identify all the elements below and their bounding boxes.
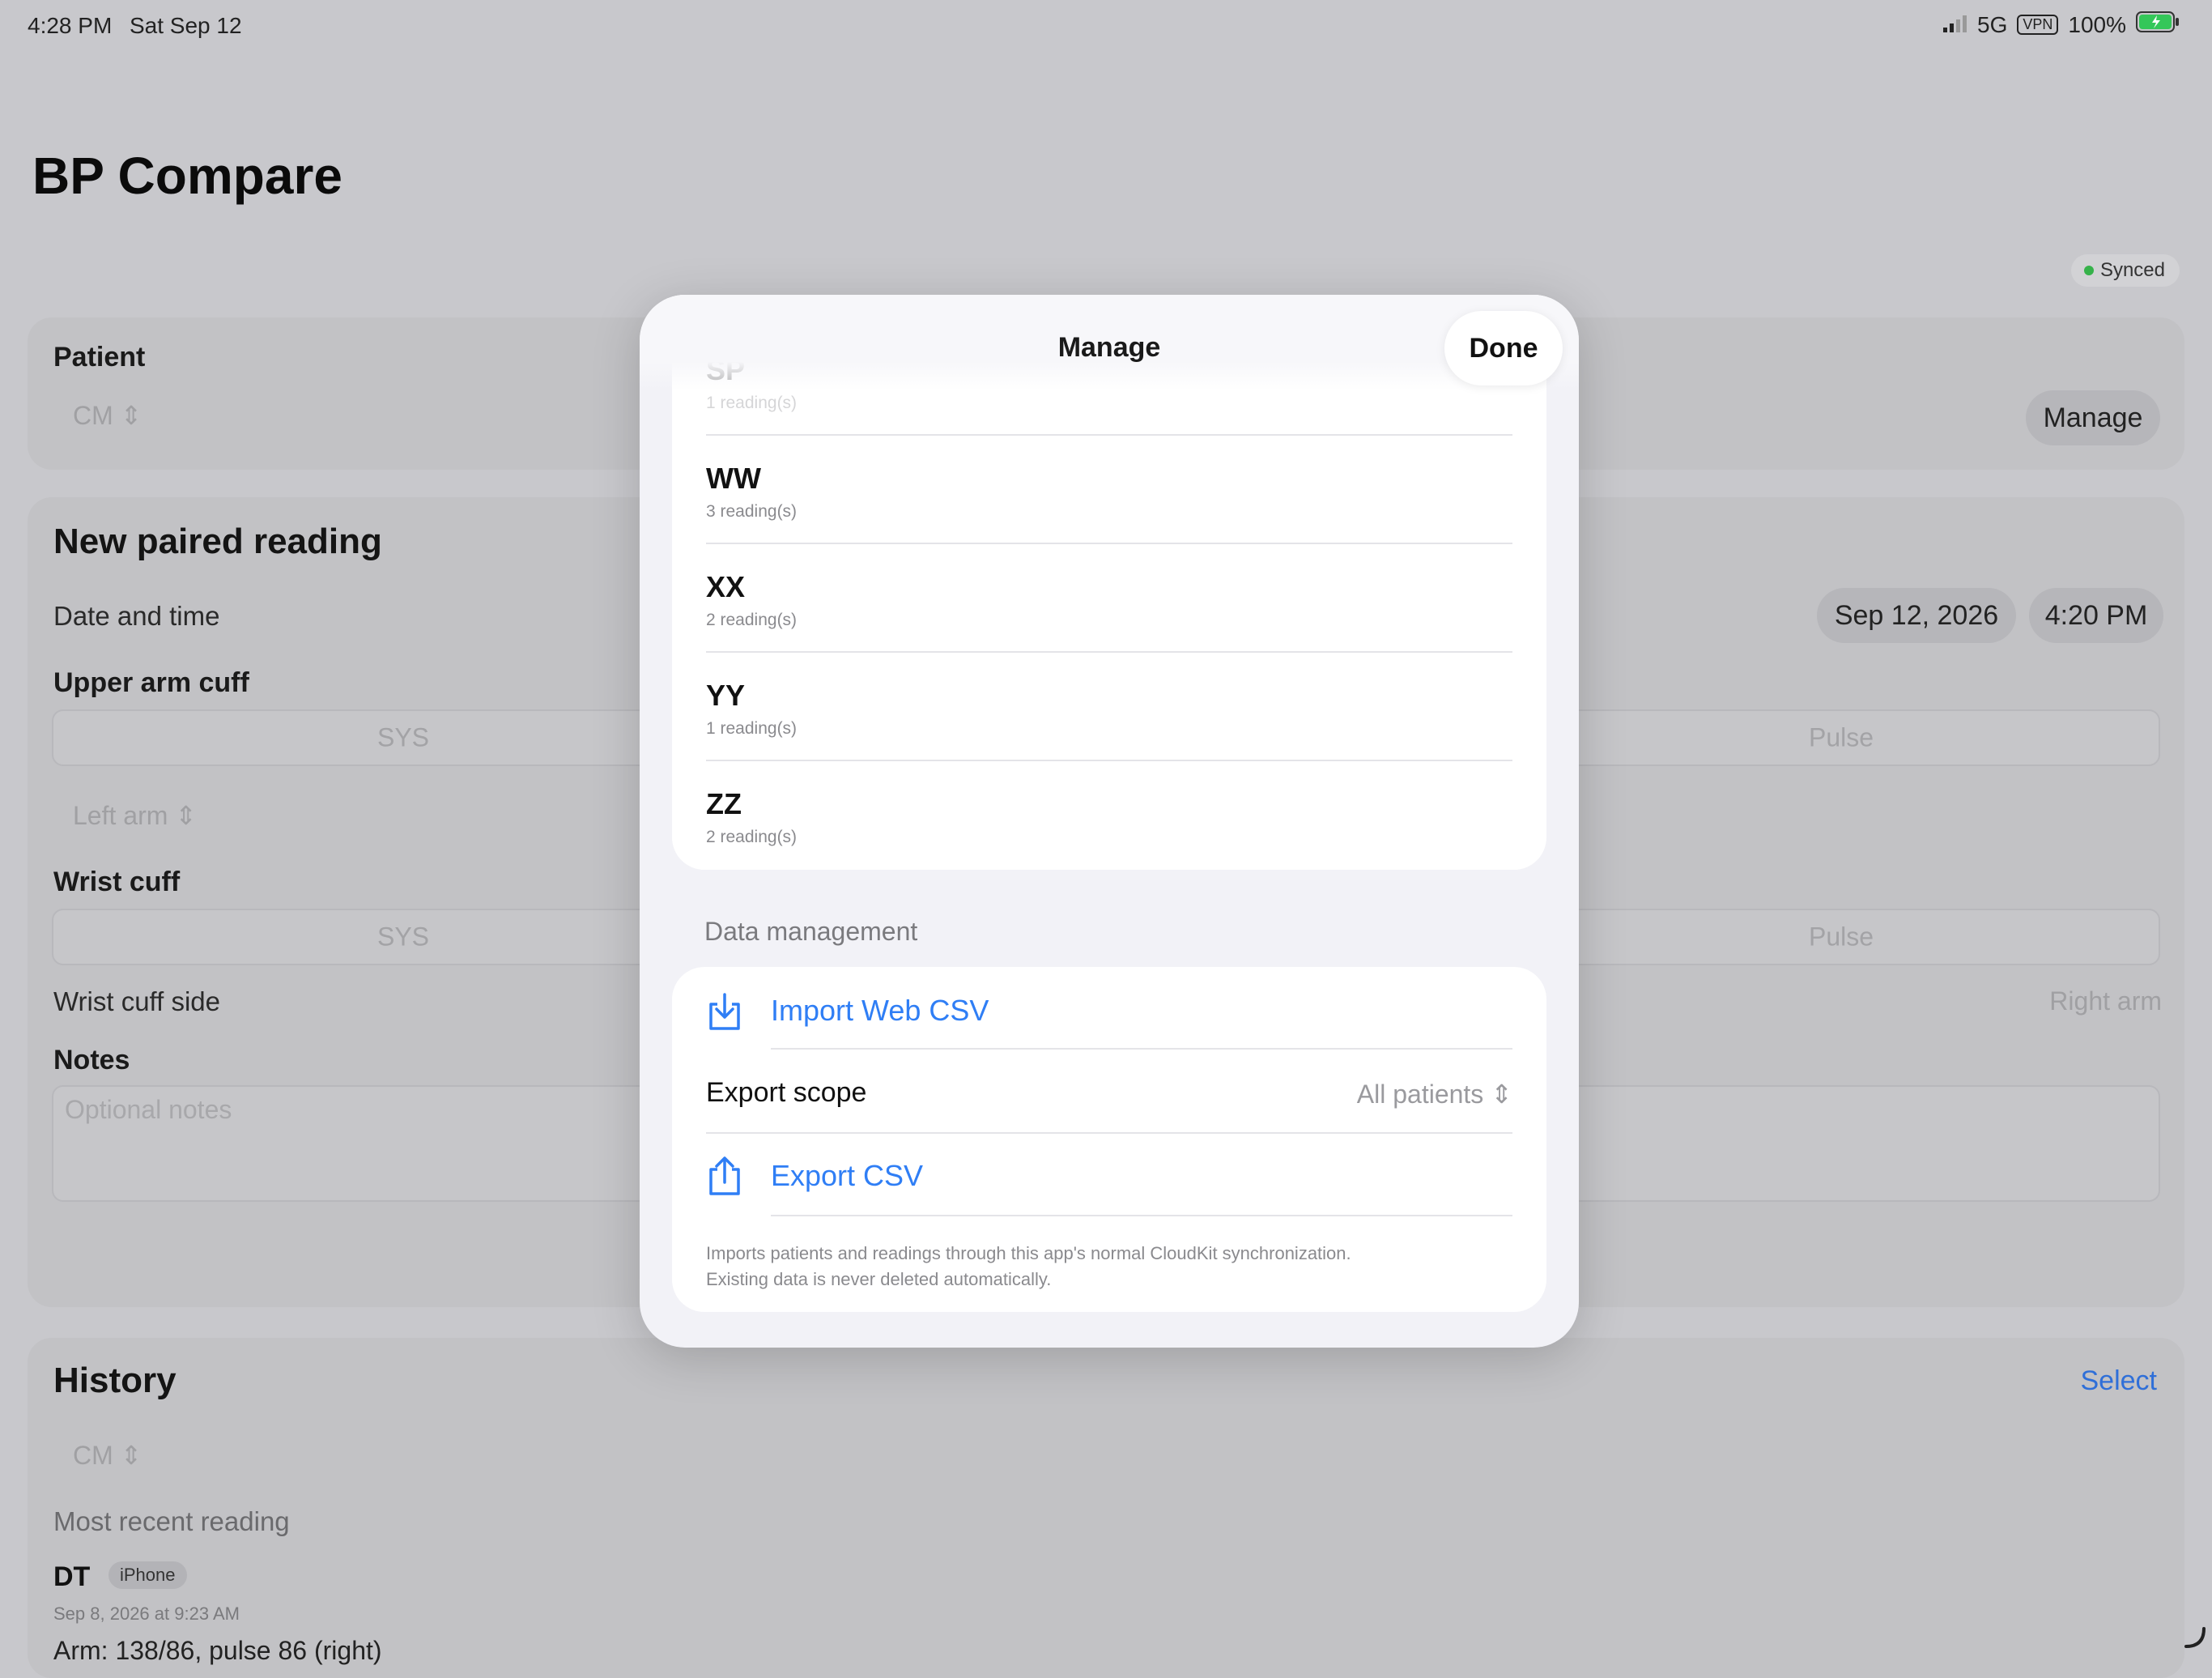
status-date: Sat Sep 12 (130, 13, 242, 38)
divider (706, 651, 1512, 653)
footnote-line: Existing data is never deleted automatic… (706, 1269, 1052, 1289)
arm-side-picker[interactable]: Left arm ⇕ (73, 800, 197, 831)
divider (706, 543, 1512, 544)
page-title: BP Compare (32, 147, 342, 205)
wrist-cuff-label: Wrist cuff (53, 867, 181, 897)
sync-status-label: Synced (2099, 259, 2165, 281)
device-badge: iPhone (108, 1561, 187, 1589)
history-filter-value: CM (73, 1441, 113, 1470)
status-indicators: 5G VPN 100% (1943, 11, 2180, 38)
footnote-line: Imports patients and readings through th… (706, 1243, 1351, 1263)
patient-row[interactable]: YY 1 reading(s) (706, 679, 1512, 739)
new-reading-heading: New paired reading (53, 522, 382, 561)
select-button[interactable]: Select (2081, 1365, 2158, 1397)
time-picker-button[interactable]: 4:20 PM (2029, 588, 2163, 643)
patient-name: XX (706, 570, 746, 603)
manage-button[interactable]: Manage (2026, 390, 2160, 445)
patient-reading-count: 1 reading(s) (706, 719, 798, 738)
signal-icon (1943, 12, 1967, 38)
most-recent-label: Most recent reading (53, 1506, 290, 1536)
patient-reading-count: 2 reading(s) (706, 828, 798, 846)
wrist-sys-input[interactable]: SYS (377, 922, 429, 952)
status-time: 4:28 PM (28, 13, 113, 38)
patient-picker-value: CM (73, 401, 113, 430)
sheet-footnote: Imports patients and readings through th… (706, 1241, 1516, 1293)
divider (706, 434, 1512, 436)
export-scope-picker[interactable]: All patients ⇕ (1357, 1079, 1512, 1109)
chevron-updown-icon: ⇕ (175, 801, 198, 830)
patient-name: YY (706, 679, 746, 712)
sync-status-badge: Synced (2070, 254, 2180, 287)
upper-pulse-input[interactable]: Pulse (1809, 723, 1874, 753)
upper-sys-input[interactable]: SYS (377, 723, 429, 753)
export-csv-label: Export CSV (771, 1159, 924, 1192)
recent-patient-name: DT (53, 1561, 91, 1592)
wrist-side-label: Wrist cuff side (53, 986, 221, 1016)
divider (706, 760, 1512, 761)
export-csv-button[interactable]: Export CSV (706, 1155, 923, 1197)
divider (771, 1215, 1512, 1216)
manage-sheet: SP 1 reading(s) WW 3 reading(s) XX 2 rea… (640, 295, 1579, 1348)
patient-picker[interactable]: CM ⇕ (73, 400, 142, 431)
history-card: History Select CM ⇕ Most recent reading … (28, 1338, 2184, 1678)
patient-row[interactable]: WW 3 reading(s) (706, 462, 1512, 522)
sync-dot-icon (2083, 266, 2094, 275)
chevron-updown-icon: ⇕ (120, 1441, 143, 1470)
sheet-title: Manage (1057, 332, 1161, 363)
arm-side-value: Left arm (73, 801, 168, 830)
battery-label: 100% (2068, 11, 2126, 37)
patient-name: ZZ (706, 787, 742, 820)
data-management-header: Data management (704, 917, 918, 946)
recent-date: Sep 8, 2026 at 9:23 AM (53, 1603, 240, 1624)
resize-handle-icon (2183, 1625, 2207, 1654)
done-button[interactable]: Done (1444, 311, 1563, 385)
divider (771, 1048, 1512, 1050)
date-time-label: Date and time (53, 601, 220, 631)
import-web-csv-button[interactable]: Import Web CSV (706, 990, 989, 1032)
patient-label: Patient (53, 342, 146, 373)
export-scope-label: Export scope (706, 1077, 867, 1108)
wrist-side-picker[interactable]: Right arm (2049, 986, 2162, 1016)
date-picker-button[interactable]: Sep 12, 2026 (1817, 588, 2016, 643)
network-label: 5G (1977, 11, 2008, 37)
divider (706, 1132, 1512, 1134)
export-scope-value: All patients (1356, 1080, 1484, 1109)
notes-label: Notes (53, 1045, 130, 1075)
patient-row[interactable]: XX 2 reading(s) (706, 570, 1512, 630)
patient-reading-count: 1 reading(s) (706, 394, 798, 412)
history-heading: History (53, 1361, 177, 1400)
battery-icon (2136, 11, 2180, 38)
chevron-updown-icon: ⇕ (120, 401, 143, 430)
recent-values: Arm: 138/86, pulse 86 (right) (53, 1636, 382, 1665)
share-icon (706, 1155, 743, 1197)
patient-reading-count: 3 reading(s) (706, 502, 798, 521)
patient-reading-count: 2 reading(s) (706, 611, 798, 629)
vpn-icon: VPN (2017, 15, 2059, 35)
chevron-updown-icon: ⇕ (1491, 1080, 1512, 1109)
import-icon (706, 990, 743, 1032)
patient-row[interactable]: ZZ 2 reading(s) (706, 787, 1512, 847)
patient-name: WW (706, 462, 761, 495)
history-patient-filter[interactable]: CM ⇕ (73, 1440, 142, 1471)
notes-placeholder: Optional notes (65, 1095, 232, 1124)
import-web-csv-label: Import Web CSV (771, 994, 989, 1027)
wrist-pulse-input[interactable]: Pulse (1809, 922, 1874, 952)
upper-arm-label: Upper arm cuff (53, 667, 249, 698)
